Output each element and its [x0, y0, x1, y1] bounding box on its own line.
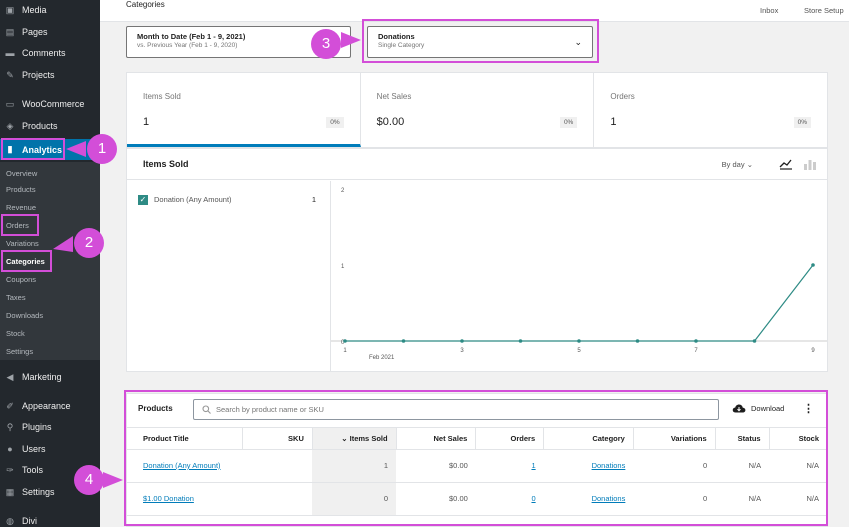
arrow-4 [103, 472, 123, 488]
annotation-badge-2: 2 [74, 228, 104, 258]
arrow-3 [341, 32, 361, 48]
annotation-badge-1: 1 [87, 134, 117, 164]
annotation-badge-3: 3 [311, 29, 341, 59]
annotation-badge-4: 4 [74, 465, 104, 495]
arrow-1 [66, 141, 86, 157]
annotation-arrows [53, 32, 361, 488]
arrow-2 [53, 236, 73, 252]
